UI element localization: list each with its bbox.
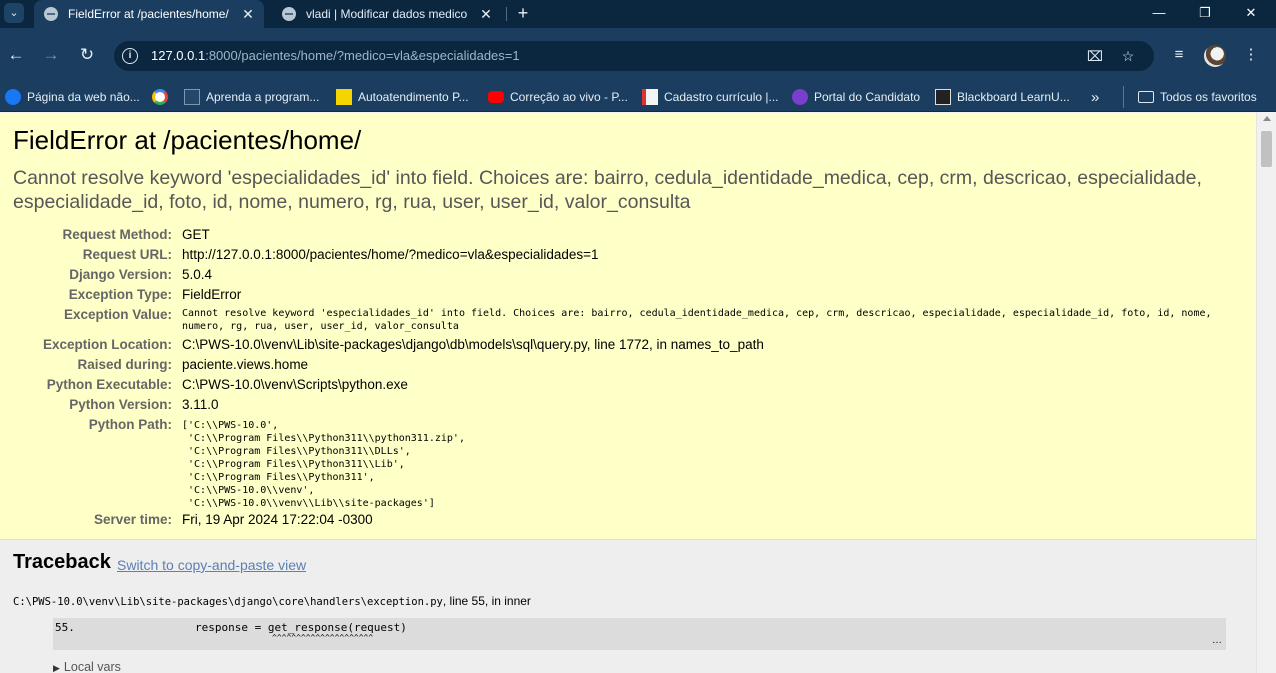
tab-search-chevron-icon[interactable]: ⌄ bbox=[4, 3, 24, 23]
code-line-number: 55. bbox=[55, 621, 75, 634]
form-icon bbox=[642, 89, 658, 105]
traceback-frame-location: C:\PWS-10.0\venv\Lib\site-packages\djang… bbox=[13, 594, 531, 608]
meta-value: Cannot resolve keyword 'especialidades_i… bbox=[182, 308, 1218, 332]
meta-value: 3.11.0 bbox=[182, 397, 219, 412]
tab-strip: ⌄ FieldError at /pacientes/home/ ✕ vladi… bbox=[0, 0, 1276, 28]
error-summary: FieldError at /pacientes/home/ Cannot re… bbox=[0, 113, 1256, 540]
meta-value: GET bbox=[182, 227, 210, 242]
bookmark-item[interactable]: Portal do Candidato bbox=[792, 86, 920, 108]
code-expand-ellipsis[interactable]: … bbox=[1212, 635, 1222, 646]
close-tab-icon[interactable]: ✕ bbox=[238, 6, 258, 23]
google-icon bbox=[152, 89, 168, 105]
scroll-up-arrow-icon[interactable] bbox=[1263, 116, 1271, 121]
meta-label: Exception Location: bbox=[42, 337, 172, 352]
meta-django-version: Django Version: 5.0.4 bbox=[0, 267, 1256, 287]
page-icon bbox=[184, 89, 200, 105]
meta-exception-location: Exception Location: C:\PWS-10.0\venv\Lib… bbox=[0, 337, 1256, 357]
meta-label: Request Method: bbox=[62, 227, 173, 242]
blackboard-icon bbox=[935, 89, 951, 105]
tab-divider bbox=[506, 7, 507, 21]
youtube-icon bbox=[488, 91, 504, 103]
meta-label: Raised during: bbox=[77, 357, 172, 372]
local-vars-toggle[interactable]: ▶ Local vars bbox=[53, 660, 121, 673]
meta-exception-type: Exception Type: FieldError bbox=[0, 287, 1256, 307]
triangle-right-icon: ▶ bbox=[53, 663, 60, 673]
bookmarks-bar: Página da web não... Aprenda a program..… bbox=[0, 82, 1276, 112]
bookmark-item[interactable]: Blackboard LearnU... bbox=[935, 86, 1070, 108]
bookmark-item[interactable] bbox=[152, 86, 174, 108]
meta-value: 5.0.4 bbox=[182, 267, 213, 282]
meta-raised-during: Raised during: paciente.views.home bbox=[0, 357, 1256, 377]
media-queue-icon[interactable]: ≡ bbox=[1168, 44, 1190, 66]
bookmark-item[interactable]: Aprenda a program... bbox=[184, 86, 319, 108]
close-tab-icon[interactable]: ✕ bbox=[476, 6, 496, 23]
meta-value: C:\PWS-10.0\venv\Lib\site-packages\djang… bbox=[182, 337, 764, 352]
bookmark-item[interactable]: Página da web não... bbox=[5, 86, 140, 108]
tab-title: vladi | Modificar dados medico bbox=[306, 7, 468, 21]
minimize-icon[interactable]: — bbox=[1136, 0, 1182, 28]
page-content: FieldError at /pacientes/home/ Cannot re… bbox=[0, 113, 1256, 673]
meta-value: Fri, 19 Apr 2024 17:22:04 -0300 bbox=[182, 512, 373, 527]
error-message: Cannot resolve keyword 'especialidades_i… bbox=[13, 167, 1202, 213]
tab-modificar-dados[interactable]: vladi | Modificar dados medico ✕ bbox=[272, 0, 502, 28]
facebook-icon bbox=[5, 89, 21, 105]
meta-label: Exception Type: bbox=[68, 287, 172, 302]
meta-label: Exception Value: bbox=[63, 307, 172, 322]
tab-title: FieldError at /pacientes/home/ bbox=[68, 7, 229, 21]
page-scrollbar[interactable] bbox=[1256, 113, 1276, 673]
forward-icon[interactable]: → bbox=[40, 44, 62, 66]
site-info-icon[interactable]: i bbox=[122, 48, 138, 64]
meta-exception-value: Exception Value: Cannot resolve keyword … bbox=[0, 307, 1256, 337]
bank-icon bbox=[336, 89, 352, 105]
translate-icon[interactable]: ⌧ bbox=[1086, 47, 1104, 65]
meta-request-url: Request URL: http://127.0.0.1:8000/pacie… bbox=[0, 247, 1256, 267]
meta-python-path: Python Path: ['C:\\PWS-10.0', 'C:\\Progr… bbox=[0, 417, 1256, 509]
meta-value: http://127.0.0.1:8000/pacientes/home/?me… bbox=[182, 247, 599, 262]
meta-python-executable: Python Executable: C:\PWS-10.0\venv\Scri… bbox=[0, 377, 1256, 397]
address-url[interactable]: 127.0.0.1:8000/pacientes/home/?medico=vl… bbox=[151, 48, 520, 63]
meta-label: Server time: bbox=[93, 512, 172, 527]
restore-icon[interactable]: ❐ bbox=[1182, 0, 1228, 28]
close-window-icon[interactable]: ✕ bbox=[1228, 0, 1274, 28]
back-icon[interactable]: ← bbox=[5, 44, 27, 66]
traceback-heading: Traceback bbox=[13, 551, 111, 573]
avatar[interactable] bbox=[1204, 45, 1226, 67]
bookmark-star-icon[interactable]: ☆ bbox=[1119, 47, 1137, 65]
address-bar[interactable]: i 127.0.0.1:8000/pacientes/home/?medico=… bbox=[114, 41, 1154, 71]
meta-value: FieldError bbox=[182, 287, 242, 302]
meta-label: Python Executable: bbox=[46, 377, 172, 392]
all-bookmarks-folder[interactable]: Todos os favoritos bbox=[1123, 86, 1257, 108]
page-title: FieldError at /pacientes/home/ bbox=[13, 125, 362, 155]
meta-python-version: Python Version: 3.11.0 bbox=[0, 397, 1256, 417]
globe-icon bbox=[44, 7, 58, 21]
k-icon bbox=[792, 89, 808, 105]
more-bookmarks-button[interactable]: » bbox=[1091, 86, 1099, 108]
browser-toolbar: ← → ↻ i 127.0.0.1:8000/pacientes/home/?m… bbox=[0, 28, 1276, 82]
code-caret-marker: ^^^^^^^^^^^^^^^^^^^^^ bbox=[272, 633, 374, 642]
bookmark-item[interactable]: Autoatendimento P... bbox=[336, 86, 469, 108]
folder-icon bbox=[1138, 91, 1154, 103]
tab-fielderror[interactable]: FieldError at /pacientes/home/ ✕ bbox=[34, 0, 264, 28]
new-tab-button[interactable]: + bbox=[513, 2, 533, 24]
meta-value: C:\PWS-10.0\venv\Scripts\python.exe bbox=[182, 377, 408, 392]
meta-label: Python Version: bbox=[69, 397, 172, 412]
meta-request-method: Request Method: GET bbox=[0, 227, 1256, 247]
meta-value: paciente.views.home bbox=[182, 357, 309, 372]
meta-server-time: Server time: Fri, 19 Apr 2024 17:22:04 -… bbox=[0, 512, 1256, 532]
traceback-section: Traceback Switch to copy-and-paste view … bbox=[0, 540, 1256, 673]
scroll-thumb[interactable] bbox=[1261, 131, 1272, 167]
menu-dots-icon[interactable]: ⋮ bbox=[1240, 44, 1262, 66]
bookmark-item[interactable]: Cadastro currículo |... bbox=[642, 86, 779, 108]
reload-icon[interactable]: ↻ bbox=[76, 44, 98, 66]
code-context[interactable]: 55. response = get_response(request) ^^^… bbox=[53, 618, 1226, 650]
meta-label: Request URL: bbox=[82, 247, 172, 262]
switch-view-link[interactable]: Switch to copy-and-paste view bbox=[117, 557, 306, 573]
meta-label: Django Version: bbox=[69, 267, 172, 282]
bookmark-item[interactable]: Correção ao vivo - P... bbox=[488, 86, 628, 108]
globe-icon bbox=[282, 7, 296, 21]
meta-value: ['C:\\PWS-10.0', 'C:\\Program Files\\Pyt… bbox=[182, 420, 465, 509]
meta-label: Python Path: bbox=[88, 417, 172, 432]
